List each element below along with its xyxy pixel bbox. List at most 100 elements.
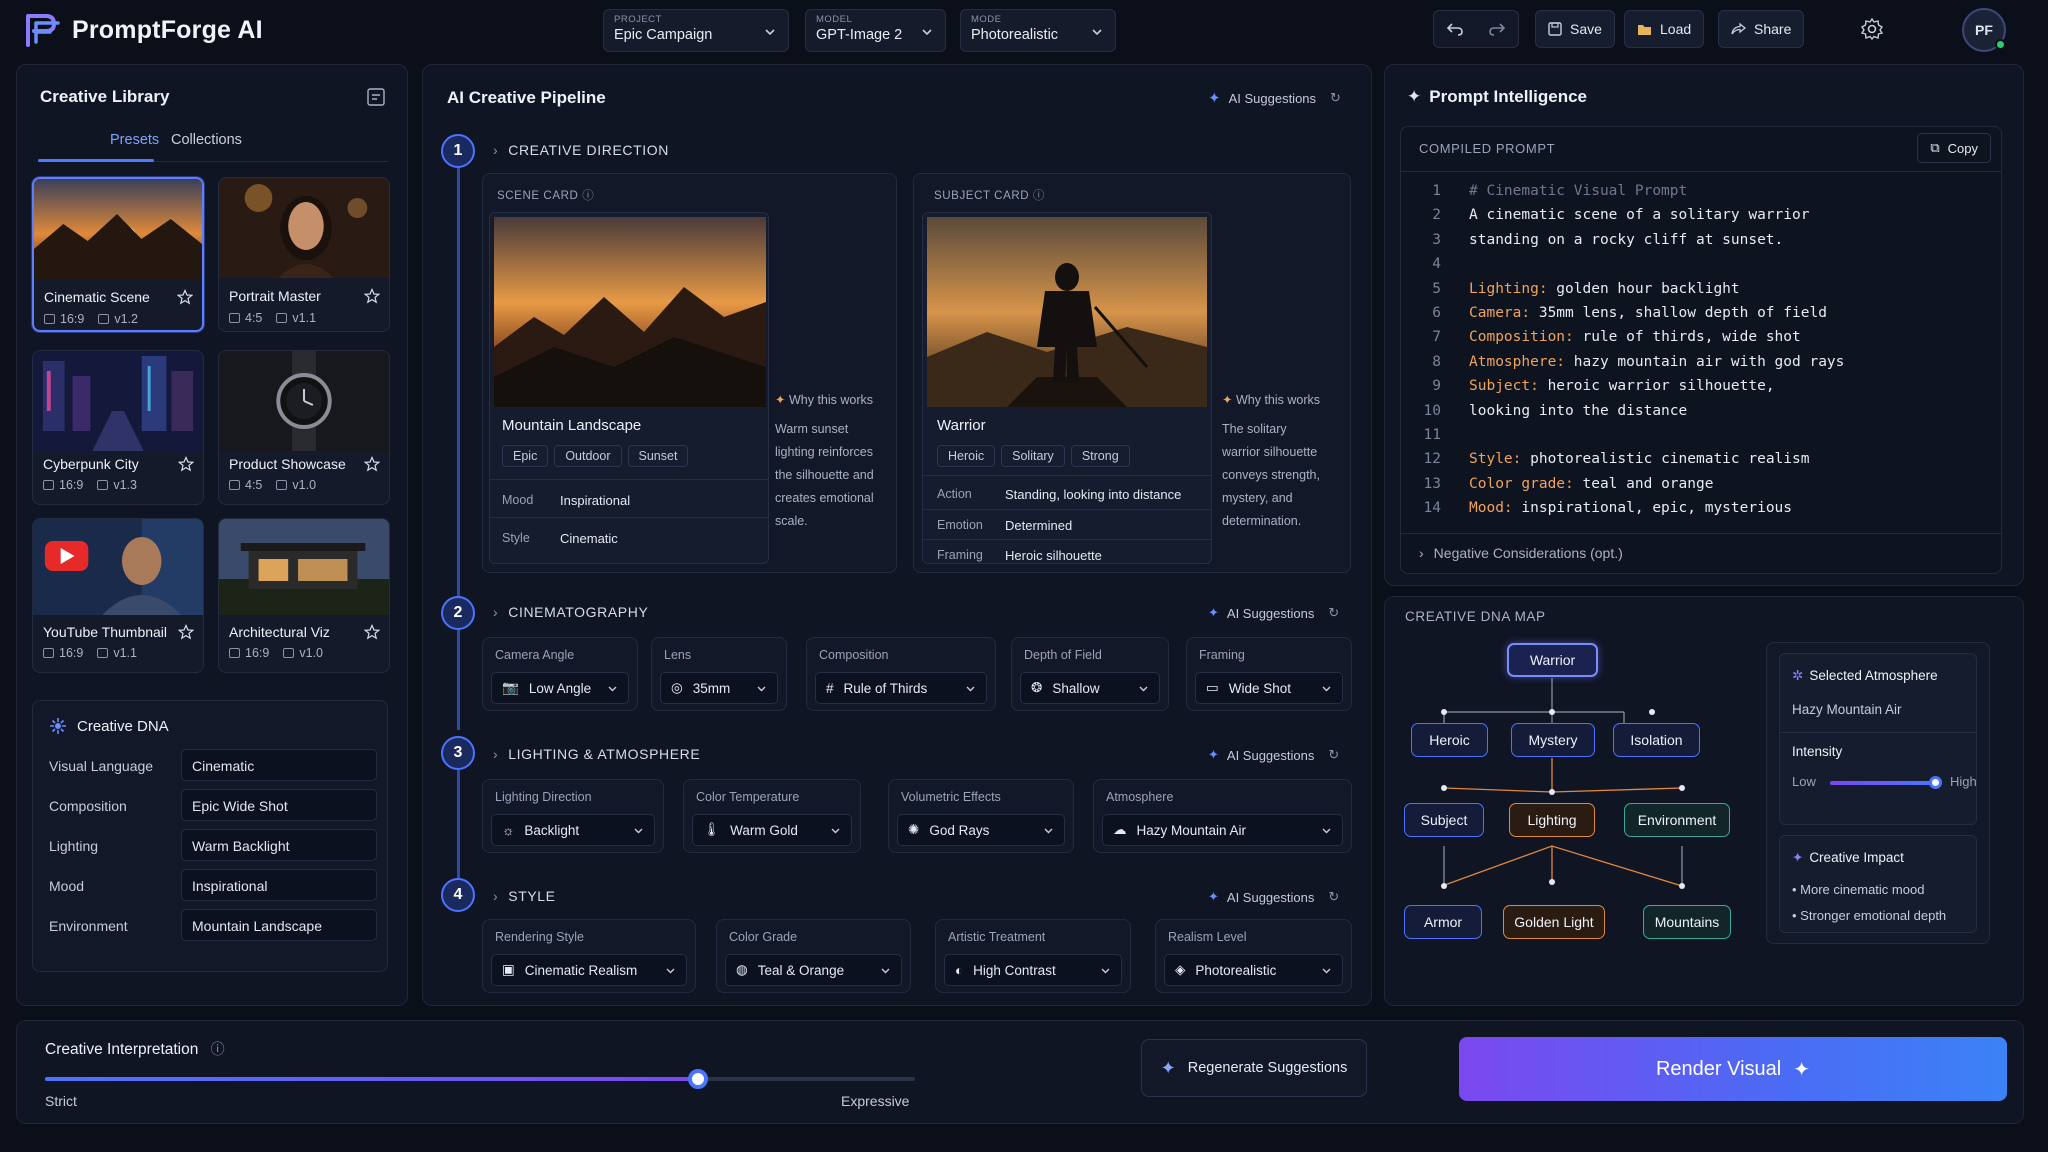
- library-add-icon[interactable]: [366, 87, 386, 107]
- ai-suggestions-button[interactable]: ✦ AI Suggestions ↻: [1208, 747, 1339, 763]
- interpretation-slider-track[interactable]: [45, 1069, 915, 1089]
- redo-icon[interactable]: [1488, 20, 1506, 38]
- mode-select[interactable]: MODE Photorealistic: [960, 9, 1116, 52]
- ai-suggestions-button[interactable]: ✦ AI Suggestions ↻: [1208, 889, 1339, 905]
- tag-chip[interactable]: Heroic: [937, 445, 996, 467]
- dna-node-golden-light[interactable]: Golden Light: [1503, 905, 1605, 939]
- dna-value-field[interactable]: Cinematic: [181, 749, 377, 781]
- share-button[interactable]: Share: [1718, 10, 1805, 48]
- step-3-title[interactable]: › LIGHTING & ATMOSPHERE: [493, 746, 700, 762]
- creative-dna-panel: Creative DNA Visual Language Cinematic C…: [32, 700, 388, 972]
- dna-value-field[interactable]: Epic Wide Shot: [181, 789, 377, 821]
- refresh-icon[interactable]: ↻: [1330, 90, 1341, 106]
- realism-level-select[interactable]: ◈ Photorealistic: [1164, 954, 1343, 986]
- star-icon[interactable]: [178, 456, 194, 472]
- select-value: Teal & Orange: [757, 962, 845, 978]
- dna-node-lighting[interactable]: Lighting: [1509, 803, 1595, 837]
- subject-card-label: SUBJECT CARD ⓘ: [934, 187, 1045, 203]
- line-number: 12: [1423, 451, 1441, 468]
- line-value: inspirational, epic, mysterious: [1512, 500, 1793, 517]
- gear-icon[interactable]: [1860, 17, 1884, 41]
- preset-card-architectural-viz[interactable]: Architectural Viz 16:9 v1.0: [218, 518, 390, 673]
- step-1-title[interactable]: › CREATIVE DIRECTION: [493, 142, 669, 158]
- star-icon[interactable]: [364, 624, 380, 640]
- dna-node-mystery[interactable]: Mystery: [1511, 723, 1595, 757]
- info-icon[interactable]: ⓘ: [582, 190, 594, 202]
- rendering-style-select[interactable]: ▣ Cinematic Realism: [491, 954, 687, 986]
- dna-value-field[interactable]: Mountain Landscape: [181, 909, 377, 941]
- tag-chip[interactable]: Sunset: [627, 445, 689, 467]
- color-temperature-select[interactable]: 🌡 Warm Gold: [692, 814, 852, 846]
- refresh-icon[interactable]: ↻: [1328, 889, 1339, 905]
- dna-node-isolation[interactable]: Isolation: [1613, 723, 1700, 757]
- avatar[interactable]: PF: [1962, 8, 2006, 52]
- info-icon[interactable]: ⓘ: [211, 1041, 225, 1057]
- lens-select[interactable]: ◎ 35mm: [660, 672, 778, 704]
- step-4-title[interactable]: › STYLE: [493, 888, 556, 904]
- render-visual-button[interactable]: Render Visual ✦: [1459, 1037, 2007, 1101]
- star-icon[interactable]: [364, 456, 380, 472]
- tab-collections[interactable]: Collections: [171, 132, 242, 148]
- step-2-title[interactable]: › CINEMATOGRAPHY: [493, 604, 648, 620]
- folder-icon: [1638, 24, 1651, 35]
- lighting-direction-select[interactable]: ☼ Backlight: [491, 814, 655, 846]
- composition-select[interactable]: # Rule of Thirds: [815, 672, 987, 704]
- camera-angle-select[interactable]: 📷 Low Angle: [491, 672, 629, 704]
- copy-button[interactable]: ⧉ Copy: [1917, 133, 1991, 163]
- chevron-down-icon: [757, 686, 766, 692]
- dna-value-field[interactable]: Warm Backlight: [181, 829, 377, 861]
- sparkle-icon: ✦: [775, 393, 786, 407]
- star-icon[interactable]: [178, 624, 194, 640]
- line-number: 1: [1432, 183, 1441, 199]
- undo-icon[interactable]: [1446, 20, 1464, 38]
- artistic-treatment-select[interactable]: ◐ High Contrast: [944, 954, 1122, 986]
- star-icon[interactable]: [364, 288, 380, 304]
- divider: [490, 479, 768, 480]
- preset-card-cyberpunk-city[interactable]: Cyberpunk City 16:9 v1.3: [32, 350, 204, 505]
- preset-card-product-showcase[interactable]: Product Showcase 4:5 v1.0: [218, 350, 390, 505]
- save-button[interactable]: Save: [1535, 10, 1615, 48]
- line-value: hazy mountain air with god rays: [1565, 353, 1845, 370]
- top-bar: PromptForge AI PROJECT Epic Campaign MOD…: [0, 0, 2048, 60]
- star-icon[interactable]: [177, 289, 193, 305]
- tab-presets[interactable]: Presets: [110, 132, 159, 148]
- preset-card-youtube-thumbnail[interactable]: YouTube Thumbnail 16:9 v1.1: [32, 518, 204, 673]
- dna-node-armor[interactable]: Armor: [1404, 905, 1482, 939]
- line-number: 7: [1432, 329, 1441, 346]
- refresh-icon[interactable]: ↻: [1328, 605, 1339, 621]
- dna-value-field[interactable]: Inspirational: [181, 869, 377, 901]
- dna-node-heroic[interactable]: Heroic: [1411, 723, 1488, 757]
- ai-suggestions-button[interactable]: ✦ AI Suggestions ↻: [1208, 605, 1339, 621]
- regenerate-suggestions-button[interactable]: ✦ Regenerate Suggestions: [1141, 1039, 1367, 1097]
- tag-chip[interactable]: Solitary: [1001, 445, 1065, 467]
- preset-card-portrait-master[interactable]: Portrait Master 4:5 v1.1: [218, 177, 390, 332]
- negative-considerations-toggle[interactable]: › Negative Considerations (opt.): [1419, 545, 1623, 561]
- color-grade-select[interactable]: ◍ Teal & Orange: [725, 954, 902, 986]
- intensity-slider-thumb[interactable]: [1928, 776, 1942, 789]
- dna-node-subject[interactable]: Subject: [1404, 803, 1484, 837]
- framing-select[interactable]: ▭ Wide Shot: [1195, 672, 1343, 704]
- tag-chip[interactable]: Outdoor: [554, 445, 622, 467]
- refresh-icon[interactable]: ↻: [1328, 747, 1339, 763]
- ai-suggestions-button[interactable]: ✦ AI Suggestions ↻: [1208, 89, 1341, 107]
- volumetric-effects-select[interactable]: ✺ God Rays: [897, 814, 1065, 846]
- model-label: MODEL: [816, 14, 853, 25]
- card-meta: 16:9 v1.3: [43, 478, 137, 492]
- model-select[interactable]: MODEL GPT-Image 2: [805, 9, 946, 52]
- atmosphere-select[interactable]: ☁ Hazy Mountain Air: [1102, 814, 1343, 846]
- intensity-slider-track[interactable]: [1830, 776, 1942, 789]
- dna-node-environment[interactable]: Environment: [1624, 803, 1730, 837]
- compiled-prompt-box: COMPILED PROMPT ⧉ Copy 1 # Cinematic Visua…: [1400, 126, 2002, 574]
- interpretation-slider-thumb[interactable]: [687, 1069, 708, 1089]
- load-button[interactable]: Load: [1624, 10, 1705, 48]
- atmosphere-control: Atmosphere ☁ Hazy Mountain Air: [1093, 779, 1352, 853]
- tag-chip[interactable]: Strong: [1070, 445, 1130, 467]
- line-number: 5: [1432, 280, 1441, 297]
- info-icon[interactable]: ⓘ: [1033, 190, 1045, 202]
- preset-card-cinematic-scene[interactable]: Cinematic Scene 16:9 v1.2: [32, 177, 204, 332]
- project-select[interactable]: PROJECT Epic Campaign: [603, 9, 789, 52]
- tag-chip[interactable]: Epic: [502, 445, 549, 467]
- depth-of-field-select[interactable]: ❂ Shallow: [1020, 672, 1160, 704]
- dna-node-mountains[interactable]: Mountains: [1643, 905, 1731, 939]
- dna-node-warrior[interactable]: Warrior: [1507, 643, 1598, 677]
